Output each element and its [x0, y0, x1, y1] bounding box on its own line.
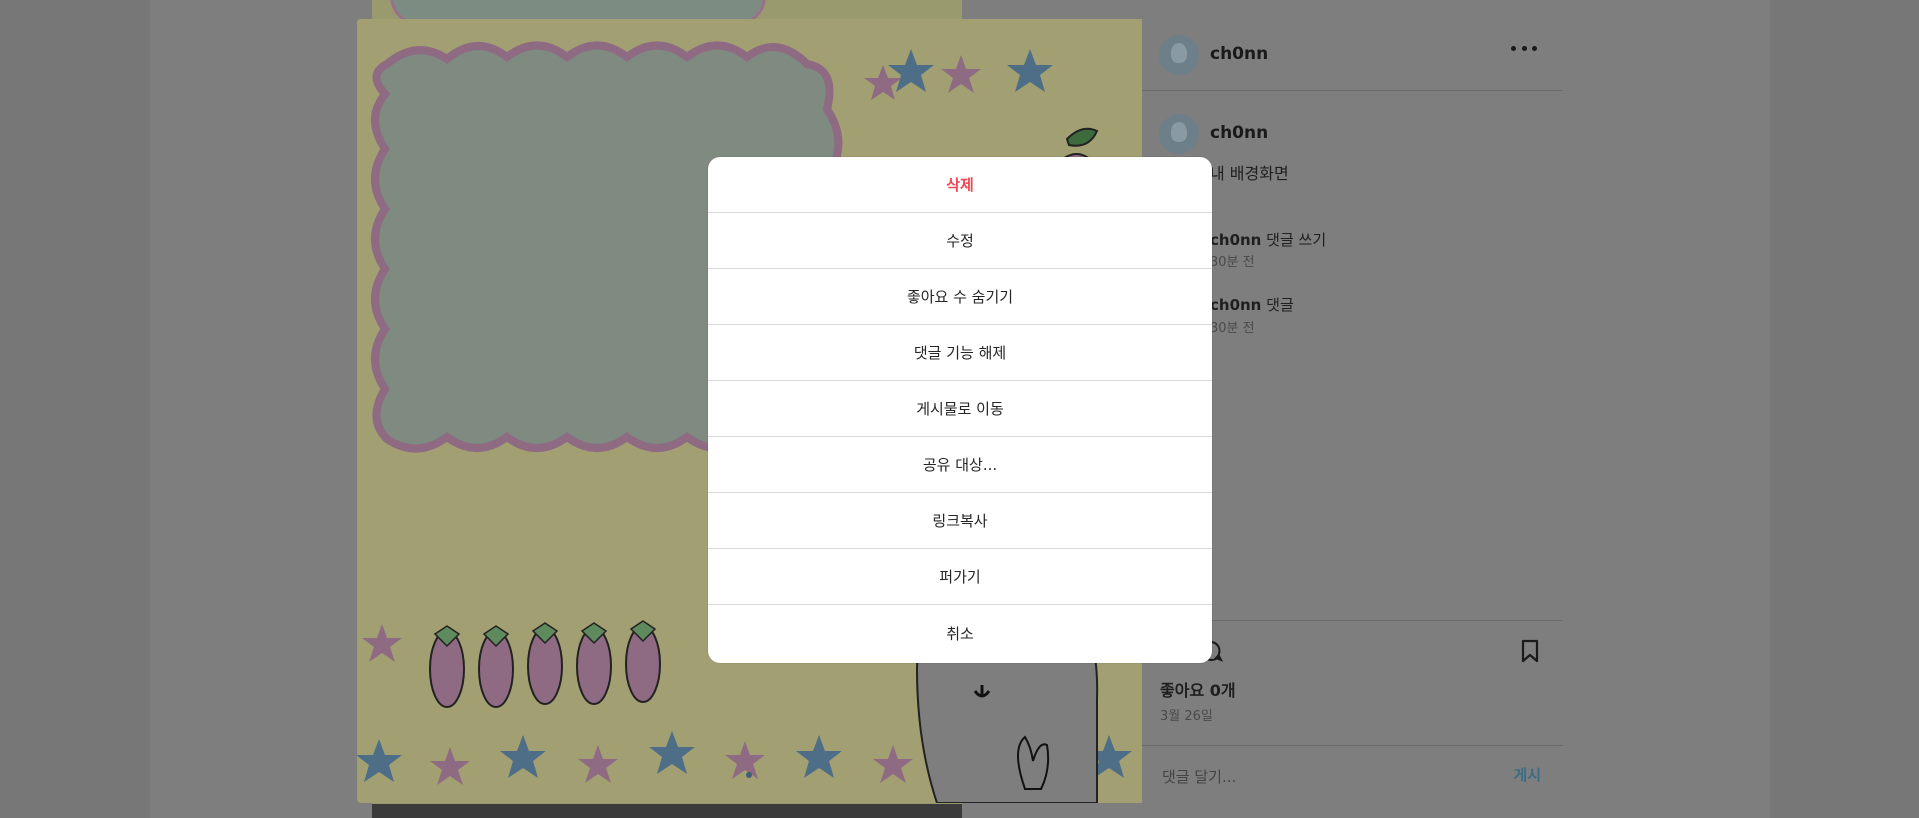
cancel-button[interactable]: 취소: [708, 605, 1212, 661]
edit-button[interactable]: 수정: [708, 213, 1212, 269]
avatar[interactable]: [1159, 35, 1199, 75]
author-username[interactable]: ch0nn: [1210, 44, 1268, 64]
comment-input[interactable]: [1160, 761, 1464, 793]
comment-item: ch0nn 댓글 쓰기: [1210, 229, 1326, 250]
post-header: ch0nn: [1142, 19, 1563, 91]
bookmark-icon[interactable]: [1520, 639, 1540, 663]
share-to-button[interactable]: 공유 대상...: [708, 437, 1212, 493]
more-icon[interactable]: [1511, 41, 1537, 55]
post-options-dialog: 삭제 수정 좋아요 수 숨기기 댓글 기능 해제 게시물로 이동 공유 대상..…: [708, 157, 1212, 663]
caption-text: 내 배경화면: [1210, 164, 1289, 183]
delete-button[interactable]: 삭제: [708, 157, 1212, 213]
hide-likes-button[interactable]: 좋아요 수 숨기기: [708, 269, 1212, 325]
go-to-post-button[interactable]: 게시물로 이동: [708, 381, 1212, 437]
copy-link-button[interactable]: 링크복사: [708, 493, 1212, 549]
comment-time: 30분 전: [1210, 321, 1255, 336]
caption-username[interactable]: ch0nn: [1210, 123, 1268, 143]
embed-button[interactable]: 퍼가기: [708, 549, 1212, 605]
comment-text: 댓글: [1266, 296, 1294, 314]
comment-text: 댓글 쓰기: [1266, 231, 1327, 249]
comment-username[interactable]: ch0nn: [1210, 296, 1261, 314]
post-date: 3월 26일: [1160, 709, 1213, 724]
comment-username[interactable]: ch0nn: [1210, 231, 1261, 249]
post-comment-button[interactable]: 게시: [1513, 764, 1541, 785]
comment-item: ch0nn 댓글: [1210, 294, 1294, 315]
disable-comments-button[interactable]: 댓글 기능 해제: [708, 325, 1212, 381]
comment-time: 30분 전: [1210, 255, 1255, 270]
divider: [1142, 745, 1563, 746]
caption-avatar[interactable]: [1159, 114, 1199, 154]
likes-count[interactable]: 좋아요 0개: [1160, 677, 1236, 701]
